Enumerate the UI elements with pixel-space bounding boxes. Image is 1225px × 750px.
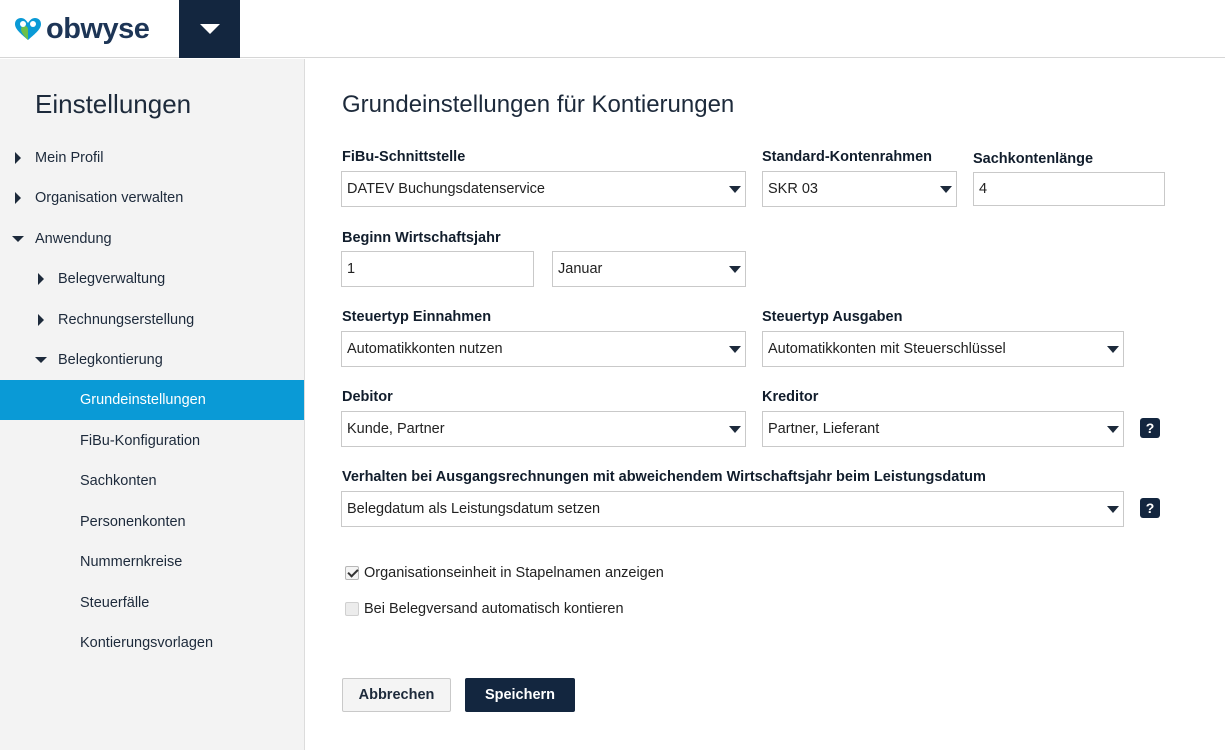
wirtschaftsjahr-month-value: Januar: [558, 261, 603, 277]
checkbox-row-stapelnamen[interactable]: Organisationseinheit in Stapelnamen anze…: [345, 565, 664, 581]
logo-text: obwyse: [46, 12, 150, 45]
wirtschaftsjahr-label: Beginn Wirtschaftsjahr: [342, 230, 501, 246]
wirtschaftsjahr-day-input[interactable]: 1: [341, 251, 534, 287]
caret-down-icon: [729, 266, 741, 273]
chevron-down-icon: [35, 357, 47, 363]
kreditor-select[interactable]: Partner, Lieferant: [762, 411, 1124, 447]
kreditor-label: Kreditor: [762, 389, 819, 405]
sidebar-item-grundeinstellungen[interactable]: Grundeinstellungen: [0, 380, 304, 420]
sidebar-item-label: Organisation verwalten: [35, 190, 184, 206]
sidebar: Einstellungen Mein Profil Organisation v…: [0, 59, 305, 750]
wirtschaftsjahr-day-value: 1: [347, 261, 356, 277]
top-bar: obwyse: [0, 0, 1225, 58]
logo-icon: [15, 18, 41, 40]
kreditor-value: Partner, Lieferant: [768, 421, 880, 437]
sidebar-item-steuerfaelle[interactable]: Steuerfälle: [0, 583, 304, 623]
caret-down-icon: [940, 186, 952, 193]
fibu-label: FiBu-Schnittstelle: [342, 149, 466, 165]
sidebar-item-fibu-konfiguration[interactable]: FiBu-Konfiguration: [0, 421, 304, 461]
sidebar-item-label: Grundeinstellungen: [80, 392, 206, 408]
steuer-einnahmen-select[interactable]: Automatikkonten nutzen: [341, 331, 746, 367]
verhalten-label: Verhalten bei Ausgangsrechnungen mit abw…: [342, 469, 986, 485]
sidebar-item-nummernkreise[interactable]: Nummernkreise: [0, 542, 304, 582]
sidebar-item-label: Kontierungsvorlagen: [80, 635, 214, 651]
sachkontenlaenge-input[interactable]: 4: [973, 172, 1165, 206]
chevron-down-icon: [12, 236, 24, 242]
kontenrahmen-label: Standard-Kontenrahmen: [762, 149, 932, 165]
verhalten-value: Belegdatum als Leistungsdatum setzen: [347, 501, 601, 517]
steuer-ausgaben-label: Steuertyp Ausgaben: [762, 309, 903, 325]
logo[interactable]: obwyse: [12, 12, 150, 46]
steuer-ausgaben-select[interactable]: Automatikkonten mit Steuerschlüssel: [762, 331, 1124, 367]
caret-down-icon: [1107, 346, 1119, 353]
sidebar-item-mein-profil[interactable]: Mein Profil: [0, 138, 304, 178]
chevron-right-icon: [15, 152, 21, 164]
fibu-select[interactable]: DATEV Buchungsdatenservice: [341, 171, 746, 207]
sidebar-item-label: Mein Profil: [35, 150, 104, 166]
checkbox-row-auto-kontieren[interactable]: Bei Belegversand automatisch kontieren: [345, 601, 624, 617]
auto-kontieren-checkbox-label: Bei Belegversand automatisch kontieren: [364, 601, 624, 617]
caret-down-icon: [1107, 506, 1119, 513]
caret-down-icon: [1107, 426, 1119, 433]
sidebar-item-anwendung[interactable]: Anwendung: [0, 219, 304, 259]
sidebar-item-label: Nummernkreise: [80, 554, 183, 570]
verhalten-select[interactable]: Belegdatum als Leistungsdatum setzen: [341, 491, 1124, 527]
debitor-select[interactable]: Kunde, Partner: [341, 411, 746, 447]
sidebar-item-label: Personenkonten: [80, 514, 186, 530]
debitor-value: Kunde, Partner: [347, 421, 445, 437]
steuer-ausgaben-value: Automatikkonten mit Steuerschlüssel: [768, 341, 1006, 357]
sachkontenlaenge-label: Sachkontenlänge: [973, 151, 1094, 167]
sidebar-item-label: Steuerfälle: [80, 595, 150, 611]
sachkontenlaenge-value: 4: [979, 181, 988, 197]
sidebar-item-sachkonten[interactable]: Sachkonten: [0, 461, 304, 501]
auto-kontieren-checkbox[interactable]: [345, 602, 359, 616]
fibu-value: DATEV Buchungsdatenservice: [347, 181, 546, 197]
chevron-right-icon: [15, 192, 21, 204]
menu-toggle-button[interactable]: [179, 0, 240, 58]
save-button[interactable]: Speichern: [465, 678, 575, 712]
verhalten-help-icon[interactable]: ?: [1140, 498, 1160, 518]
caret-down-icon: [199, 24, 220, 34]
sidebar-item-label: Rechnungserstellung: [58, 312, 195, 328]
kontenrahmen-value: SKR 03: [768, 181, 818, 197]
sidebar-item-belegverwaltung[interactable]: Belegverwaltung: [0, 259, 304, 299]
caret-down-icon: [729, 346, 741, 353]
chevron-right-icon: [38, 273, 44, 285]
sidebar-item-organisation[interactable]: Organisation verwalten: [0, 178, 304, 218]
sidebar-item-label: Sachkonten: [80, 473, 157, 489]
steuer-einnahmen-value: Automatikkonten nutzen: [347, 341, 503, 357]
sidebar-item-personenkonten[interactable]: Personenkonten: [0, 502, 304, 542]
sidebar-item-belegkontierung[interactable]: Belegkontierung: [0, 340, 304, 380]
sidebar-item-rechnungserstellung[interactable]: Rechnungserstellung: [0, 300, 304, 340]
sidebar-item-label: Belegkontierung: [58, 352, 163, 368]
page-title: Grundeinstellungen für Kontierungen: [342, 91, 735, 118]
sidebar-item-label: FiBu-Konfiguration: [80, 433, 201, 449]
sidebar-item-label: Belegverwaltung: [58, 271, 166, 287]
sidebar-item-label: Anwendung: [35, 231, 112, 247]
stapelnamen-checkbox[interactable]: [345, 566, 359, 580]
cancel-button[interactable]: Abbrechen: [342, 678, 451, 712]
wirtschaftsjahr-month-select[interactable]: Januar: [552, 251, 746, 287]
steuer-einnahmen-label: Steuertyp Einnahmen: [342, 309, 492, 325]
stapelnamen-checkbox-label: Organisationseinheit in Stapelnamen anze…: [364, 565, 664, 581]
caret-down-icon: [729, 426, 741, 433]
sidebar-title: Einstellungen: [35, 89, 192, 119]
sidebar-item-kontierungsvorlagen[interactable]: Kontierungsvorlagen: [0, 623, 304, 663]
debitor-label: Debitor: [342, 389, 393, 405]
chevron-right-icon: [38, 314, 44, 326]
kontenrahmen-select[interactable]: SKR 03: [762, 171, 957, 207]
caret-down-icon: [729, 186, 741, 193]
kreditor-help-icon[interactable]: ?: [1140, 418, 1160, 438]
